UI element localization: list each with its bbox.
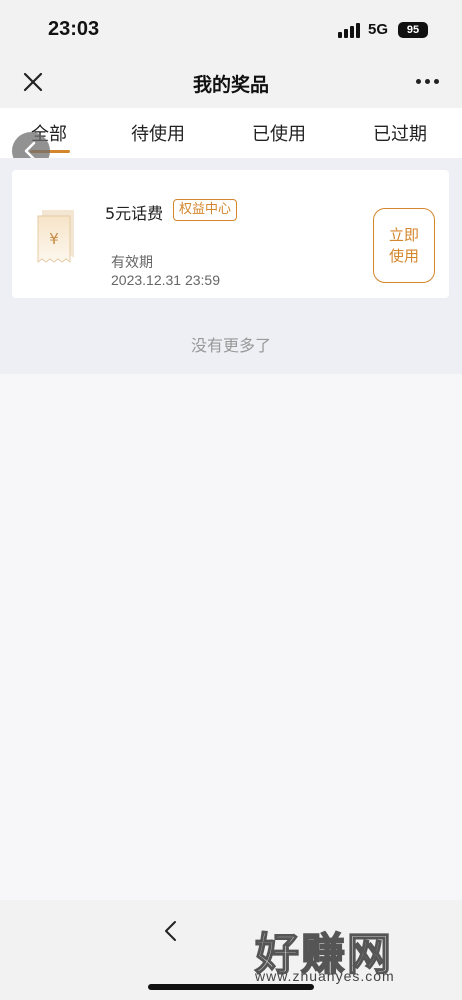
nav-bar: 我的奖品 [0, 58, 462, 108]
watermark: 好赚网 www.zhuanyes.com [254, 918, 445, 988]
no-more-text: 没有更多了 [190, 336, 271, 355]
validity-label: 有效期 [111, 255, 153, 271]
watermark-url: www.zhuanyes.com [255, 968, 395, 984]
battery-icon: 95 [398, 22, 428, 38]
use-now-button[interactable]: 立即 使用 [373, 208, 435, 283]
tab-bar: 全部 待使用 已使用 已过期 [0, 108, 462, 158]
tab-expired[interactable]: 已过期 [373, 120, 427, 146]
use-button-line2: 使用 [388, 246, 419, 265]
prize-card[interactable]: ¥ 5元话费 权益中心 有效期 2023.12.31 23:59 立即 使用 [12, 170, 449, 298]
back-arrow-icon[interactable] [162, 920, 180, 942]
use-button-line1: 立即 [388, 225, 419, 244]
page-title: 我的奖品 [192, 74, 269, 96]
status-time: 23:03 [48, 18, 100, 40]
bottom-bar: 好赚网 www.zhuanyes.com [0, 900, 462, 1000]
status-bar: 23:03 5G 95 [0, 0, 462, 58]
prize-list: ¥ 5元话费 权益中心 有效期 2023.12.31 23:59 立即 使用 没… [0, 158, 462, 374]
network-label: 5G [368, 21, 389, 38]
tab-unused[interactable]: 待使用 [131, 120, 185, 146]
coupon-yen-icon: ¥ [37, 210, 74, 263]
home-indicator [148, 984, 314, 990]
tab-used[interactable]: 已使用 [252, 120, 306, 146]
source-badge: 权益中心 [173, 199, 238, 221]
prize-name: 5元话费 [105, 204, 164, 223]
validity-date: 2023.12.31 23:59 [111, 272, 220, 288]
more-icon[interactable] [416, 78, 440, 86]
svg-text:¥: ¥ [49, 230, 59, 248]
signal-icon [338, 22, 362, 38]
